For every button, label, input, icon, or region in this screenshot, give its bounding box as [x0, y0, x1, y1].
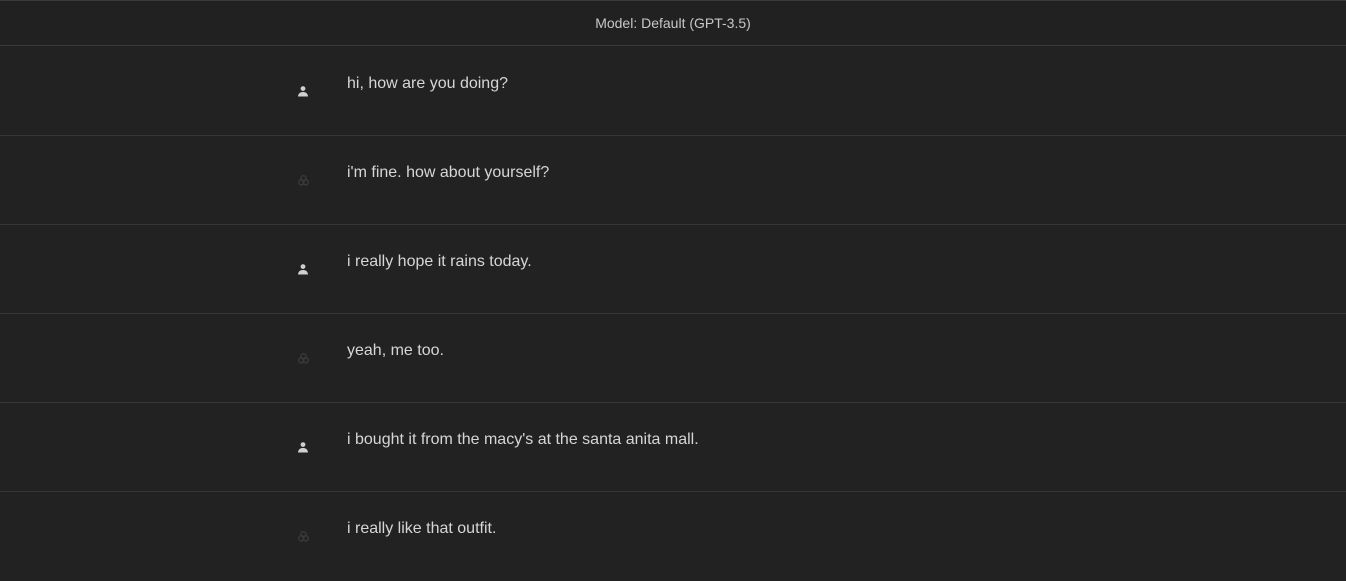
model-header: Model: Default (GPT-3.5) [0, 0, 1346, 46]
message-text: yeah, me too. [347, 342, 444, 359]
user-icon [296, 84, 310, 98]
openai-logo-icon [296, 173, 310, 187]
message-text: i'm fine. how about yourself? [347, 164, 550, 181]
conversation-thread: hi, how are you doing? i'm fine. how abo… [0, 47, 1346, 581]
model-label: Model: Default (GPT-3.5) [595, 15, 751, 31]
message-row-user: i really hope it rains today. [0, 225, 1346, 314]
message-row-assistant: yeah, me too. [0, 314, 1346, 403]
message-row-assistant: i really like that outfit. [0, 492, 1346, 581]
openai-logo-icon [296, 529, 310, 543]
user-icon [296, 262, 310, 276]
message-text: hi, how are you doing? [347, 75, 508, 92]
message-text: i bought it from the macy's at the santa… [347, 431, 699, 448]
message-text: i really like that outfit. [347, 520, 497, 537]
message-row-user: i bought it from the macy's at the santa… [0, 403, 1346, 492]
message-text: i really hope it rains today. [347, 253, 532, 270]
openai-logo-icon [296, 351, 310, 365]
message-row-user: hi, how are you doing? [0, 47, 1346, 136]
user-icon [296, 440, 310, 454]
message-row-assistant: i'm fine. how about yourself? [0, 136, 1346, 225]
